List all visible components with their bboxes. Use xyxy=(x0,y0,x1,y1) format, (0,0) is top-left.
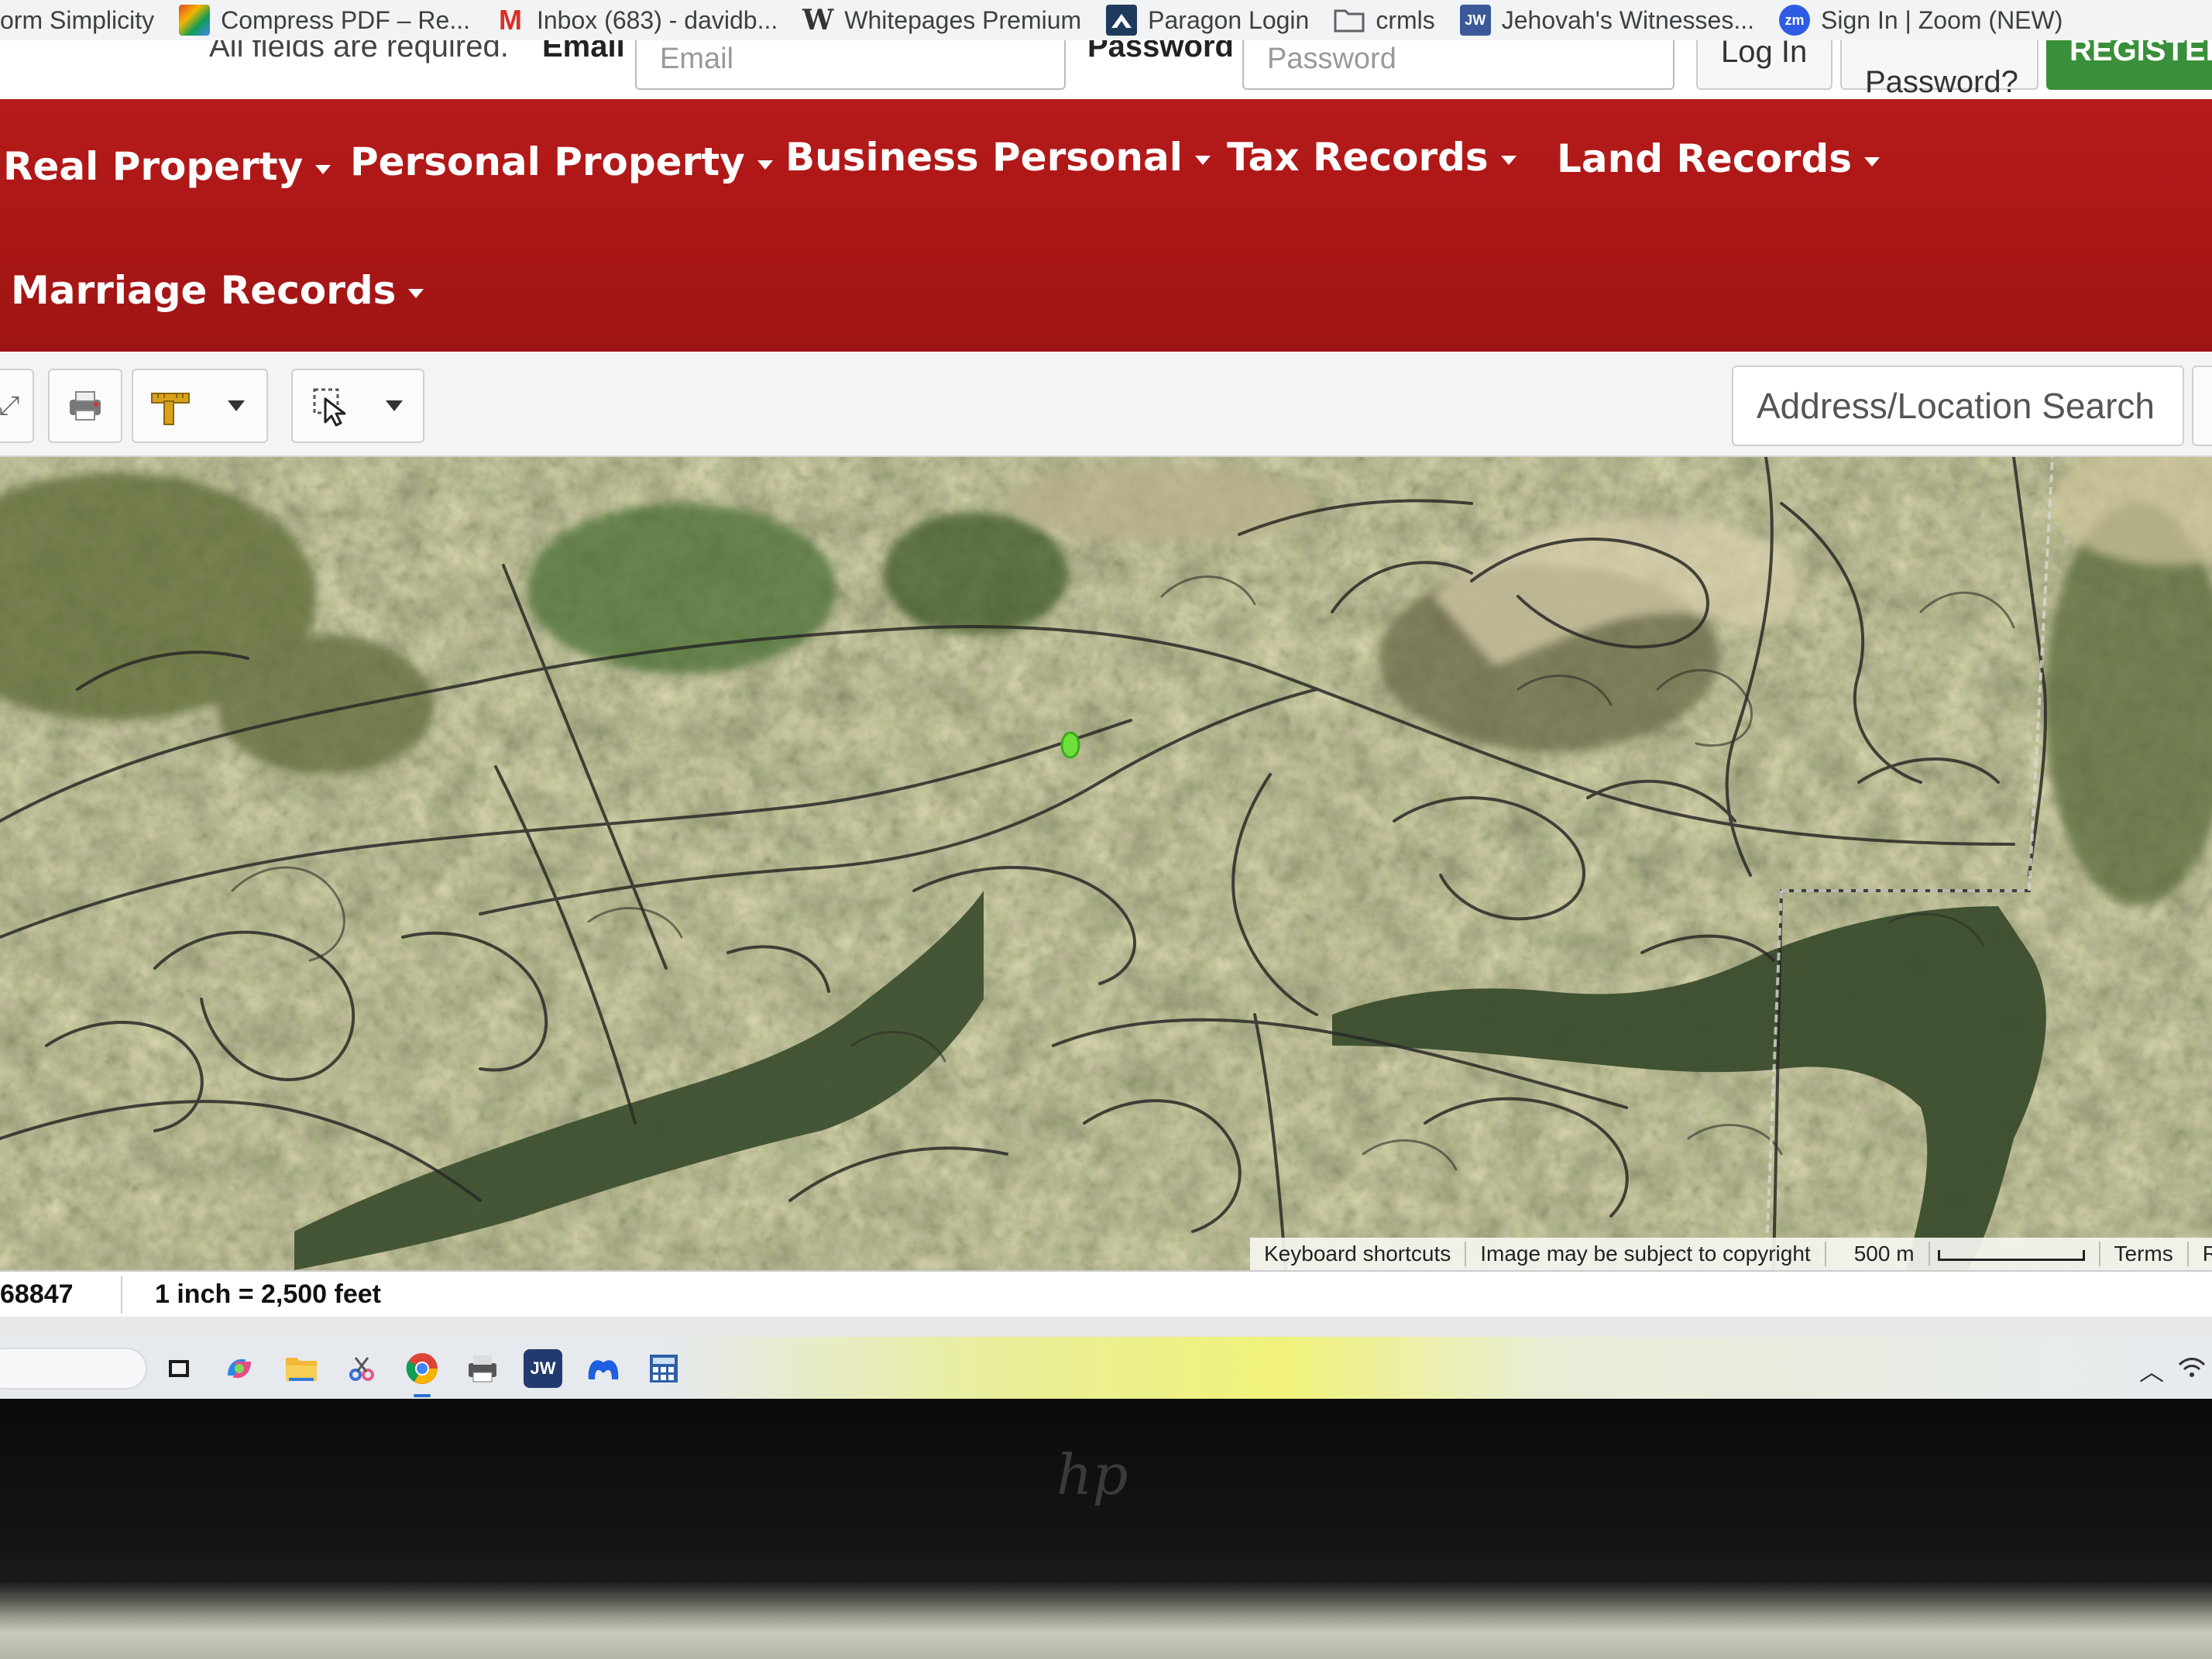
bookmark-gmail-inbox[interactable]: M Inbox (683) - davidb... xyxy=(486,0,793,40)
calculator-icon[interactable] xyxy=(644,1349,683,1388)
bookmark-whitepages[interactable]: W Whitepages Premium xyxy=(793,0,1097,40)
login-instruction: All fields are required. xyxy=(209,40,509,64)
bookmark-label: Compress PDF – Re... xyxy=(221,5,470,34)
aerial-map[interactable] xyxy=(0,457,2212,1270)
email-field[interactable]: Email xyxy=(635,40,1066,90)
login-bar: All fields are required. Email Email Pas… xyxy=(0,40,2212,99)
bookmark-label: Inbox (683) - davidb... xyxy=(536,5,778,34)
ruler-icon xyxy=(151,393,190,425)
caret-down-icon xyxy=(757,160,773,170)
bookmark-label: crmls xyxy=(1376,5,1435,34)
caret-down-icon xyxy=(1194,155,1211,165)
forgot-password-button[interactable]: Password? xyxy=(1840,40,2039,99)
scale-bar: 500 m xyxy=(1826,1242,2100,1266)
expand-icon: ⤢ xyxy=(0,390,20,421)
taskbar-search-box[interactable] xyxy=(0,1348,147,1389)
copilot-icon[interactable] xyxy=(220,1349,259,1388)
measure-tool-button[interactable] xyxy=(132,369,268,443)
bookmark-label: Jehovah's Witnesses... xyxy=(1501,5,1754,34)
caret-down-icon xyxy=(1500,155,1516,165)
caret-down-icon xyxy=(408,288,424,298)
nav-tax-records[interactable]: Tax Records xyxy=(1227,135,1516,180)
map-attribution: Keyboard shortcuts Image may be subject … xyxy=(1250,1238,2212,1270)
gmail-icon: M xyxy=(498,4,522,36)
nav-label: Tax Records xyxy=(1227,135,1489,180)
nav-label: Business Personal xyxy=(785,135,1183,180)
dropdown-caret-icon[interactable] xyxy=(386,400,403,411)
folder-icon xyxy=(1334,5,1365,36)
zoom-icon: zm xyxy=(1779,5,1810,36)
selected-parcel-marker[interactable] xyxy=(1060,731,1080,759)
bookmark-crmls[interactable]: crmls xyxy=(1324,0,1450,40)
bookmark-label: orm Simplicity xyxy=(0,5,155,34)
bookmarks-bar: orm Simplicity Compress PDF – Re... M In… xyxy=(0,0,2212,40)
paragon-icon xyxy=(1106,5,1138,36)
main-nav: Real Property Personal Property Business… xyxy=(0,99,2212,352)
status-divider xyxy=(121,1276,122,1314)
bookmark-label: Whitepages Premium xyxy=(844,5,1082,34)
jw-icon: JW xyxy=(1459,5,1491,36)
scale-bar-line xyxy=(1937,1249,2085,1261)
nav-marriage-records[interactable]: Marriage Records xyxy=(11,268,424,313)
active-app-indicator xyxy=(414,1394,431,1397)
nav-business-personal[interactable]: Business Personal xyxy=(785,135,1211,180)
nav-personal-property[interactable]: Personal Property xyxy=(350,139,773,184)
coordinate-readout: 68847 xyxy=(0,1279,74,1309)
password-field[interactable]: Password xyxy=(1242,40,1674,90)
login-button[interactable]: Log In xyxy=(1696,40,1832,90)
print-button[interactable] xyxy=(48,369,122,443)
register-button[interactable]: REGISTER xyxy=(2046,40,2212,90)
nav-label: Marriage Records xyxy=(11,268,397,313)
jw-library-icon[interactable]: JW xyxy=(524,1349,562,1388)
bookmark-zoom-sign-in[interactable]: zm Sign In | Zoom (NEW) xyxy=(1770,0,2078,40)
password-label: Password xyxy=(1087,40,1234,64)
bookmark-label: Sign In | Zoom (NEW) xyxy=(1821,5,2063,34)
email-label: Email xyxy=(542,40,625,64)
bookmark-jehovahs-witnesses[interactable]: JW Jehovah's Witnesses... xyxy=(1451,0,1770,40)
chevron-up-icon[interactable]: ︿ xyxy=(2139,1352,2164,1388)
caret-down-icon xyxy=(1864,156,1881,167)
nav-label: Real Property xyxy=(3,144,304,189)
wifi-icon[interactable] xyxy=(2176,1352,2207,1383)
colorful-squares-icon xyxy=(179,5,211,36)
search-go-button[interactable] xyxy=(2192,366,2212,446)
map-toolbar: ⤢ Address/Location Search xyxy=(0,352,2212,457)
whitepages-icon: W xyxy=(802,4,834,36)
snipping-tool-icon[interactable] xyxy=(342,1349,381,1388)
scale-label: 500 m xyxy=(1839,1242,1930,1266)
satellite-imagery xyxy=(0,457,2212,1270)
select-cursor-icon xyxy=(313,388,346,427)
task-view-icon[interactable] xyxy=(160,1349,198,1388)
hp-logo: hp xyxy=(1056,1442,1128,1507)
nav-label: Personal Property xyxy=(350,139,745,184)
caret-down-icon xyxy=(315,164,331,174)
page-bottom-gap xyxy=(0,1317,2212,1337)
keyboard-shortcuts-link[interactable]: Keyboard shortcuts xyxy=(1250,1242,1467,1266)
chrome-icon[interactable] xyxy=(403,1349,441,1397)
bookmark-form-simplicity[interactable]: orm Simplicity xyxy=(0,0,170,40)
file-explorer-icon[interactable] xyxy=(282,1349,321,1388)
terms-link[interactable]: Terms xyxy=(2100,1242,2189,1266)
bookmark-compress-pdf[interactable]: Compress PDF – Re... xyxy=(170,0,486,40)
nav-real-property[interactable]: Real Property xyxy=(3,144,331,189)
select-tool-button[interactable] xyxy=(291,369,424,443)
printer-icon xyxy=(70,391,101,421)
printer-app-icon[interactable] xyxy=(463,1349,502,1388)
malwarebytes-icon[interactable] xyxy=(584,1349,623,1388)
nav-label: Land Records xyxy=(1557,136,1853,181)
copyright-notice: Image may be subject to copyright xyxy=(1466,1242,1826,1266)
bookmark-paragon-login[interactable]: Paragon Login xyxy=(1097,0,1324,40)
laptop-bezel xyxy=(0,1399,2212,1659)
dropdown-caret-icon[interactable] xyxy=(228,400,245,411)
address-location-search[interactable]: Address/Location Search xyxy=(1732,366,2184,446)
full-extent-button[interactable]: ⤢ xyxy=(0,369,34,443)
map-status-bar: 68847 1 inch = 2,500 feet xyxy=(0,1270,2212,1317)
taskbar: JW ︿ xyxy=(0,1337,2212,1399)
nav-land-records[interactable]: Land Records xyxy=(1557,136,1881,181)
map-scale-readout: 1 inch = 2,500 feet xyxy=(155,1279,381,1309)
bookmark-label: Paragon Login xyxy=(1148,5,1310,34)
report-link[interactable]: Re xyxy=(2189,1242,2212,1266)
